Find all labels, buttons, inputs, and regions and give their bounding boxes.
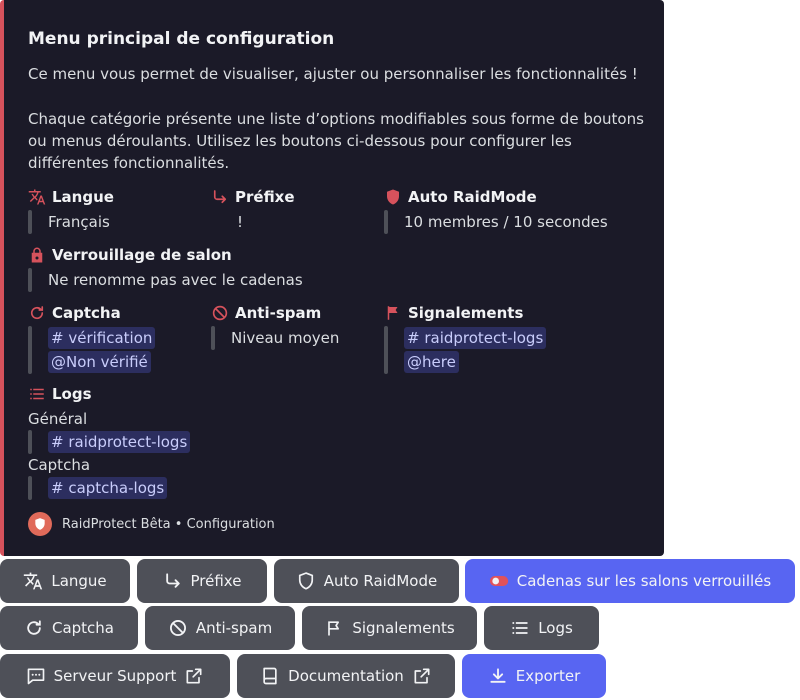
- signalements-button[interactable]: Signalements: [302, 606, 477, 650]
- embed-description-1: Ce menu vous permet de visualiser, ajust…: [28, 65, 638, 83]
- prefixe-button[interactable]: Préfixe: [137, 559, 267, 603]
- list-icon: [30, 388, 44, 400]
- field-antispam-value: Niveau moyen: [231, 329, 340, 347]
- documentation-button[interactable]: Documentation: [237, 654, 455, 698]
- signalements-channel-mention[interactable]: # raidprotect-logs: [404, 327, 547, 349]
- field-raidmode: Auto RaidMode 10 membres / 10 secondes: [384, 186, 608, 234]
- subdirectory-arrow-icon: [165, 573, 180, 588]
- toggle-icon: [489, 576, 508, 586]
- embed-title: Menu principal de configuration: [28, 29, 335, 49]
- field-verrouillage: Verrouillage de salon Ne renomme pas ave…: [28, 244, 303, 292]
- refresh-icon: [30, 306, 44, 320]
- field-langue-name: Langue: [52, 188, 114, 206]
- signalements-role-mention[interactable]: @here: [404, 351, 459, 373]
- exporter-button[interactable]: Exporter: [462, 654, 606, 698]
- field-logs-name: Logs: [52, 385, 92, 403]
- documentation-button-label: Documentation: [288, 667, 404, 685]
- field-prefixe-value: !: [237, 213, 244, 231]
- field-raidmode-value: 10 membres / 10 secondes: [404, 213, 608, 231]
- cadenas-button-label: Cadenas sur les salons verrouillés: [516, 572, 772, 590]
- field-captcha: Captcha # vérification @Non vérifié: [28, 302, 156, 374]
- logs-captcha-channel[interactable]: # captcha-logs: [48, 477, 168, 499]
- subdirectory-arrow-icon: [213, 190, 227, 204]
- langue-button-label: Langue: [51, 572, 107, 590]
- field-langue: Langue Français: [28, 186, 114, 234]
- embed-footer: RaidProtect Bêta • Configuration: [28, 512, 275, 536]
- support-server-button[interactable]: Serveur Support: [0, 654, 230, 698]
- field-verrouillage-name: Verrouillage de salon: [52, 246, 232, 264]
- raidmode-button-label: Auto RaidMode: [323, 572, 438, 590]
- field-logs: Logs Général # raidprotect-logs Captcha …: [28, 383, 191, 500]
- captcha-channel-mention[interactable]: # vérification: [48, 327, 156, 349]
- field-antispam: Anti-spam Niveau moyen: [211, 302, 339, 350]
- flag-icon: [387, 306, 398, 320]
- book-icon: [263, 667, 277, 685]
- shield-outline-icon: [298, 572, 313, 590]
- footer-text: RaidProtect Bêta • Configuration: [62, 516, 275, 532]
- logs-button[interactable]: Logs: [484, 606, 599, 650]
- external-link-icon: [186, 668, 202, 684]
- field-langue-value: Français: [48, 213, 110, 231]
- refresh-icon: [27, 620, 41, 635]
- logs-captcha-label: Captcha: [28, 456, 91, 474]
- field-raidmode-name: Auto RaidMode: [408, 188, 537, 206]
- shield-icon: [387, 189, 399, 205]
- translate-icon: [28, 189, 46, 205]
- antispam-button-label: Anti-spam: [195, 619, 273, 637]
- field-signalements: Signalements # raidprotect-logs @here: [384, 302, 547, 374]
- external-link-icon: [414, 668, 430, 684]
- logs-button-label: Logs: [538, 619, 573, 637]
- captcha-button[interactable]: Captcha: [0, 606, 138, 650]
- field-verrouillage-value: Ne renomme pas avec le cadenas: [48, 271, 303, 289]
- field-antispam-name: Anti-spam: [235, 304, 322, 322]
- support-button-label: Serveur Support: [53, 667, 177, 685]
- exporter-button-label: Exporter: [515, 667, 581, 685]
- download-icon: [490, 668, 506, 683]
- field-signalements-name: Signalements: [408, 304, 524, 322]
- field-captcha-name: Captcha: [52, 304, 121, 322]
- langue-button[interactable]: Langue: [0, 559, 130, 603]
- chat-icon: [27, 668, 44, 685]
- captcha-role-mention[interactable]: @Non vérifié: [48, 351, 151, 373]
- config-embed: Menu principal de configuration Ce menu …: [0, 0, 664, 556]
- list-icon: [512, 622, 528, 634]
- embed-description-2: Chaque catégorie présente une liste d’op…: [28, 110, 644, 172]
- logs-general-channel[interactable]: # raidprotect-logs: [48, 431, 191, 453]
- logs-general-label: Général: [28, 410, 88, 428]
- signalements-button-label: Signalements: [352, 619, 455, 637]
- prefixe-button-label: Préfixe: [190, 572, 242, 590]
- raidmode-button[interactable]: Auto RaidMode: [274, 559, 459, 603]
- field-prefixe: Préfixe !: [211, 186, 295, 234]
- antispam-button[interactable]: Anti-spam: [145, 606, 295, 650]
- block-icon: [169, 620, 186, 636]
- cadenas-button[interactable]: Cadenas sur les salons verrouillés: [465, 559, 795, 603]
- flag-outline-icon: [328, 621, 340, 636]
- field-prefixe-name: Préfixe: [235, 188, 295, 206]
- translate-icon: [24, 572, 43, 590]
- block-icon: [212, 305, 228, 321]
- captcha-button-label: Captcha: [51, 619, 114, 637]
- lock-icon: [31, 247, 43, 263]
- raidprotect-logo-icon: [28, 512, 52, 536]
